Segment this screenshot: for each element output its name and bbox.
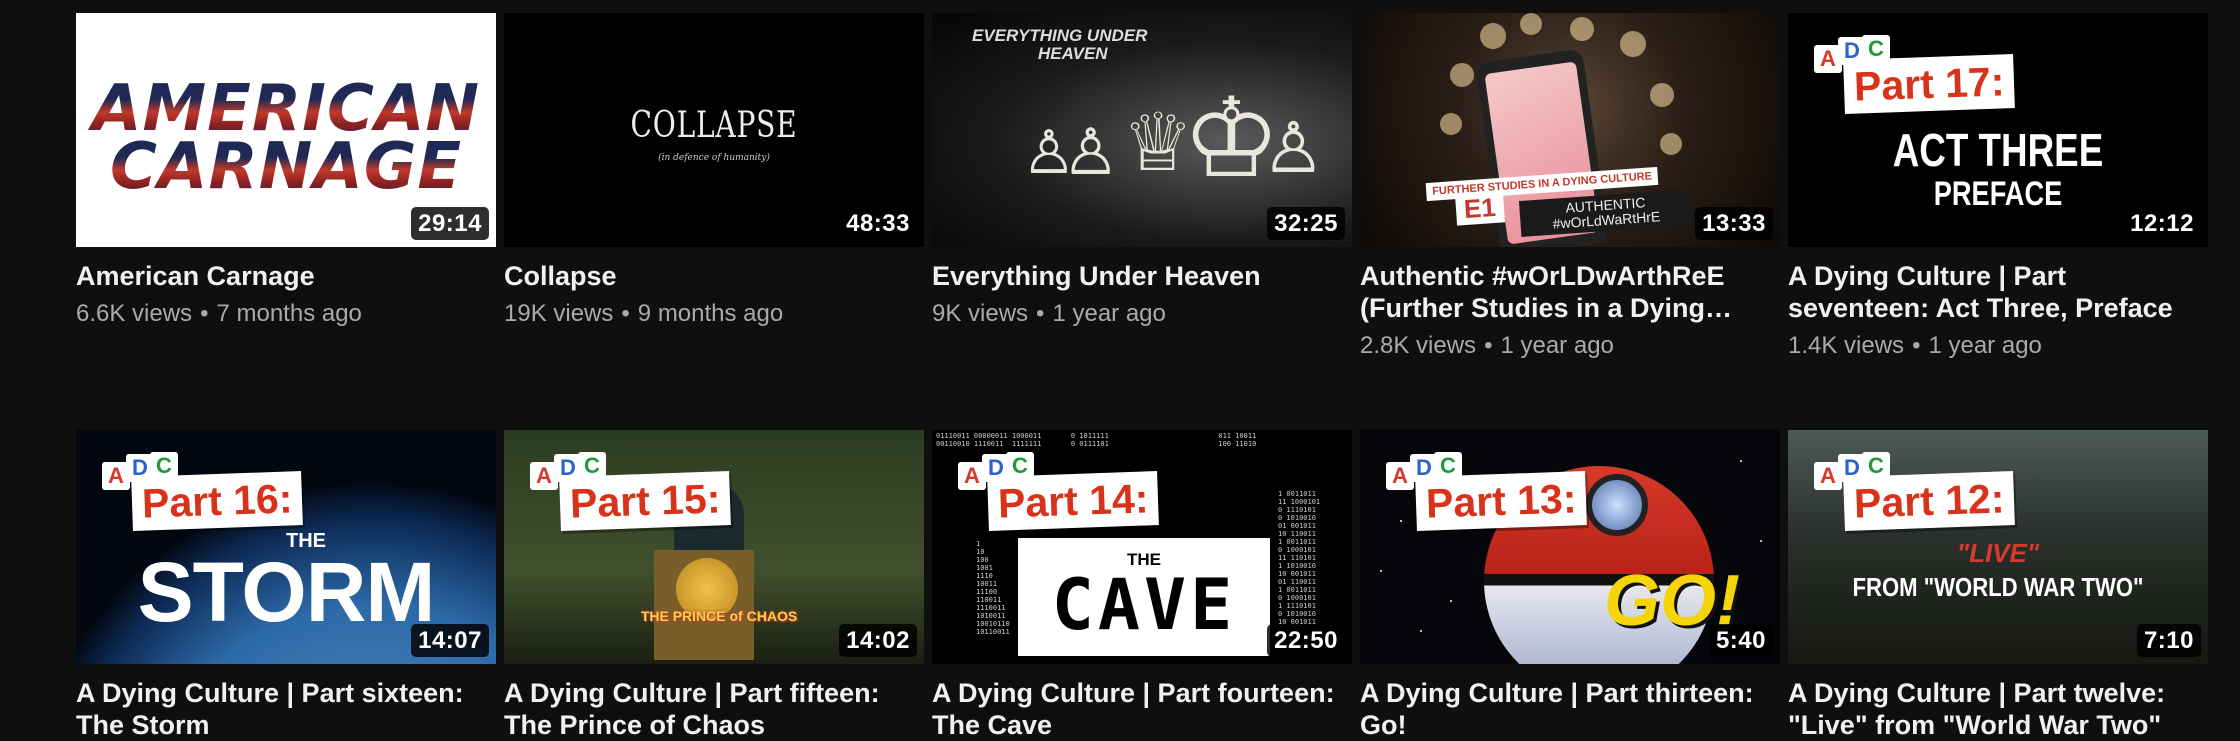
duration-badge: 13:33 [1695,207,1773,240]
video-title[interactable]: Authentic #wOrLDwArthReE (Further Studie… [1360,260,1780,324]
duration-badge: 14:07 [411,624,489,657]
thumbnail-text: E1 [1454,191,1505,226]
video-card[interactable]: A D C Part 13: GO! 5:40 A Dying Culture … [1360,430,1780,741]
video-thumbnail[interactable]: A D C Part 16: THE STORM 14:07 [76,430,496,664]
part-label: Part 16: [131,471,304,531]
video-title[interactable]: A Dying Culture | Part fourteen: The Cav… [932,677,1352,741]
video-meta: 19K views • 9 months ago [504,300,784,327]
upload-age: 1 year ago [1500,332,1614,359]
thumbnail-text: THE PRINCE of CHAOS [640,608,798,624]
view-count: 9K views [932,300,1029,327]
duration-badge: 5:40 [1708,624,1773,657]
video-meta: 6.6K views • 7 months ago [76,300,362,327]
binary-pattern: 1 10 100 1001 1110 10011 11100 110011 11… [976,540,1010,636]
chess-queen-icon: ♕ [1122,96,1194,189]
duration-badge: 12:12 [2123,207,2201,240]
binary-pattern: 1 0011011 11 1000101 0 1110101 0 1010010… [1278,490,1321,626]
thumbnail-text: FROM "WORLD WAR TWO" [1852,572,2144,602]
video-card[interactable]: AMERICAN CARNAGE 29:14 American Carnage … [76,13,496,330]
video-title[interactable]: A Dying Culture | Part seventeen: Act Th… [1788,260,2208,324]
video-thumbnail[interactable]: ♔ ♕ ♙ ♙ ♙ EVERYTHING UNDER HEAVEN 32:25 [932,13,1352,247]
thumbnail-subtext: (in defence of humanity) [658,153,770,163]
video-card[interactable]: FURTHER STUDIES IN A DYING CULTURE E1 AU… [1360,13,1780,362]
video-thumbnail[interactable]: A D C Part 13: GO! 5:40 [1360,430,1780,664]
thumbnail-text: PREFACE [1933,175,2063,213]
thumbnail-text: ACT THREE [1892,124,2104,176]
part-label: Part 12: [1843,471,2016,531]
video-thumbnail[interactable]: 01110011 00000011 1000011 0 1011111 011 … [932,430,1352,664]
thumbnail-text: CARNAGE [76,135,496,199]
upload-age: 7 months ago [216,300,362,327]
cave-box: THE CAVE [1018,538,1270,656]
duration-badge: 22:50 [1267,624,1345,657]
chess-pawn-icon: ♙ [1262,107,1325,189]
video-card[interactable]: 01110011 00000011 1000011 0 1011111 011 … [932,430,1352,741]
part-label: Part 14: [987,471,1160,531]
view-count: 6.6K views [76,300,193,327]
video-title[interactable]: A Dying Culture | Part sixteen: The Stor… [76,677,496,741]
video-title[interactable]: A Dying Culture | Part twelve: "Live" fr… [1788,677,2208,741]
thumbnail-text: EVERYTHING UNDER HEAVEN [972,26,1148,63]
video-thumbnail[interactable]: AMERICAN CARNAGE 29:14 [76,13,496,247]
video-card[interactable]: A D C Part 16: THE STORM 14:07 A Dying C… [76,430,496,741]
duration-badge: 7:10 [2136,624,2201,657]
duration-badge: 29:14 [411,207,489,240]
video-thumbnail[interactable]: A D C Part 15: THE PRINCE of CHAOS 14:02 [504,430,924,664]
part-label: Part 15: [559,471,732,531]
video-meta: 2.8K views • 1 year ago [1360,332,1614,359]
video-thumbnail[interactable]: COLLAPSE (in defence of humanity) 48:33 [504,13,924,247]
upload-age: 1 year ago [1928,332,2042,359]
video-card[interactable]: A D C Part 15: THE PRINCE of CHAOS 14:02… [504,430,924,741]
video-title[interactable]: A Dying Culture | Part thirteen: Go! [1360,677,1780,741]
duration-badge: 14:02 [839,624,917,657]
duration-badge: 48:33 [839,207,917,240]
duration-badge: 32:25 [1267,207,1345,240]
video-card[interactable]: ♔ ♕ ♙ ♙ ♙ EVERYTHING UNDER HEAVEN 32:25 E… [932,13,1352,330]
view-count: 1.4K views [1788,332,1905,359]
video-title[interactable]: Collapse [504,260,924,292]
video-title[interactable]: American Carnage [76,260,496,292]
chess-pawn-icon: ♙ [1022,118,1076,188]
video-card[interactable]: COLLAPSE (in defence of humanity) 48:33 … [504,13,924,330]
video-thumbnail[interactable]: FURTHER STUDIES IN A DYING CULTURE E1 AU… [1360,13,1780,247]
video-meta: 9K views • 1 year ago [932,300,1166,327]
view-count: 2.8K views [1360,332,1477,359]
part-label: Part 17: [1843,54,2016,114]
video-card[interactable]: A D C Part 17: ACT THREE PREFACE 12:12 A… [1788,13,2208,362]
thumbnail-text: COLLAPSE [630,105,798,146]
upload-age: 1 year ago [1052,300,1166,327]
part-label: Part 13: [1415,471,1588,531]
thumbnail-text: STORM [137,545,436,639]
video-thumbnail[interactable]: A D C Part 12: "LIVE" FROM "WORLD WAR TW… [1788,430,2208,664]
upload-age: 9 months ago [637,300,784,327]
thumbnail-text: "LIVE" [1956,538,2040,568]
video-thumbnail[interactable]: A D C Part 17: ACT THREE PREFACE 12:12 [1788,13,2208,247]
video-card[interactable]: A D C Part 12: "LIVE" FROM "WORLD WAR TW… [1788,430,2208,741]
video-title[interactable]: Everything Under Heaven [932,260,1352,292]
video-grid: AMERICAN CARNAGE 29:14 American Carnage … [0,0,2240,740]
view-count: 19K views [504,300,614,327]
thumbnail-text: CAVE [1051,564,1237,646]
video-meta: 1.4K views • 1 year ago [1788,332,2042,359]
video-title[interactable]: A Dying Culture | Part fifteen: The Prin… [504,677,924,741]
binary-pattern: 01110011 00000011 1000011 0 1011111 011 … [936,432,1257,448]
pokeball-button [1586,474,1648,536]
